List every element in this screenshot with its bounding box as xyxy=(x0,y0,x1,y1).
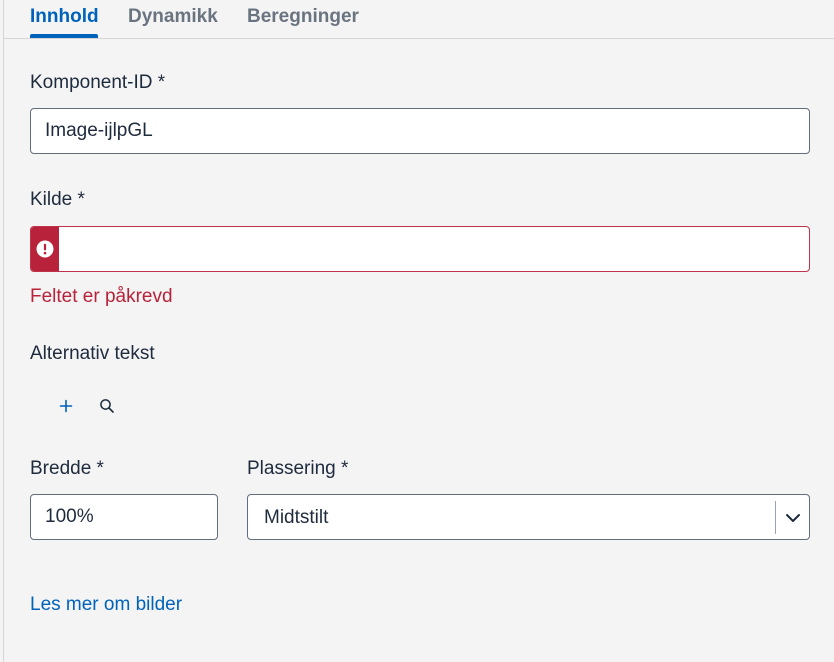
width-label: Bredde * xyxy=(30,458,104,479)
tab-dynamikk[interactable]: Dynamikk xyxy=(128,6,218,28)
tab-bar: Innhold Dynamikk Beregninger xyxy=(4,0,834,39)
source-label: Kilde * xyxy=(30,189,85,210)
tab-beregninger[interactable]: Beregninger xyxy=(247,6,359,28)
select-divider xyxy=(775,501,776,534)
component-id-input[interactable] xyxy=(30,108,810,154)
read-more-images-link[interactable]: Les mer om bilder xyxy=(30,594,182,616)
source-field xyxy=(30,226,810,272)
search-icon[interactable] xyxy=(94,393,120,419)
source-error-message: Feltet er påkrevd xyxy=(30,286,173,307)
source-input[interactable] xyxy=(59,227,809,271)
placement-label: Plassering * xyxy=(247,458,349,479)
chevron-down-icon[interactable] xyxy=(780,505,806,531)
placement-select[interactable]: Midtstilt xyxy=(247,494,810,540)
active-tab-indicator xyxy=(30,34,98,38)
width-input[interactable] xyxy=(30,494,218,540)
alt-text-label: Alternativ tekst xyxy=(30,343,155,364)
properties-panel: Innhold Dynamikk Beregninger Komponent-I… xyxy=(3,0,834,662)
tab-innhold[interactable]: Innhold xyxy=(30,6,99,28)
component-id-label: Komponent-ID * xyxy=(30,72,166,93)
plus-icon[interactable] xyxy=(53,393,79,419)
placement-selected-value: Midtstilt xyxy=(264,507,329,528)
exclamation-circle-icon xyxy=(31,227,59,271)
